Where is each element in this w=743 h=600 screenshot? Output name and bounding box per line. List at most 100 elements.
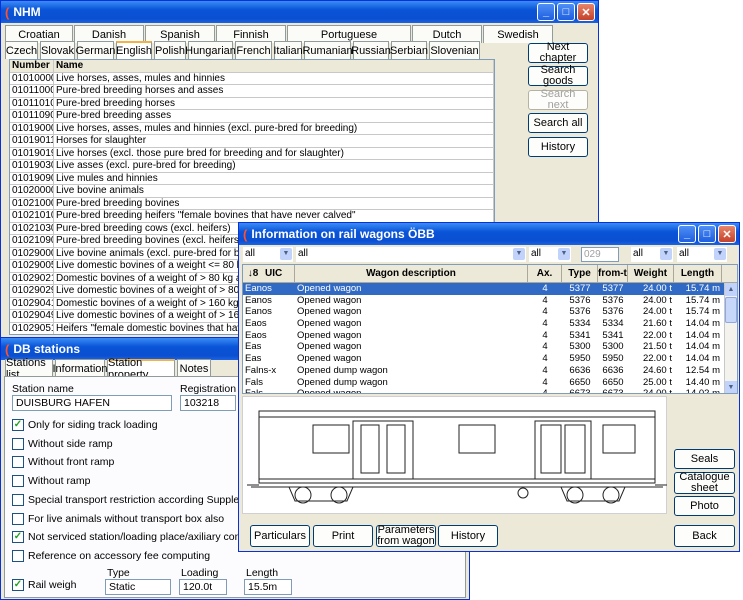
table-row[interactable]: Eas Opened wagon 4 5300 5300 21.50 t 14.04 m bbox=[243, 341, 737, 353]
table-row[interactable]: 01021000 Pure-bred breeding bovines bbox=[10, 197, 494, 210]
column-header-description[interactable]: Wagon description bbox=[295, 265, 528, 282]
print-button[interactable]: Print bbox=[313, 525, 373, 547]
language-tab-row2-4[interactable]: Polish bbox=[154, 41, 186, 59]
table-row[interactable]: Falns-x Opened dump wagon 4 6636 6636 24.60 t… bbox=[243, 365, 737, 377]
search-next-button[interactable]: Search next bbox=[528, 89, 588, 111]
db-tab-2[interactable]: Station property bbox=[107, 357, 175, 381]
close-icon[interactable]: ✕ bbox=[718, 225, 736, 243]
language-tab-row2-2[interactable]: German bbox=[76, 41, 115, 59]
column-header-length[interactable]: Length bbox=[674, 265, 722, 282]
back-button[interactable]: Back bbox=[674, 525, 735, 547]
column-header-type[interactable]: Type bbox=[562, 265, 598, 282]
table-row[interactable]: 01019030 Live asses (excl. pure-bred for … bbox=[10, 160, 494, 173]
language-tab-row2-5[interactable]: Hungarian bbox=[185, 41, 236, 59]
search-all-button[interactable]: Search all bbox=[528, 113, 588, 133]
db-tab-1[interactable]: Information bbox=[52, 359, 108, 377]
table-row[interactable]: Eaos Opened wagon 4 5341 5341 22.00 t 14.04 m bbox=[243, 330, 737, 342]
length-filter-select[interactable]: all ▼ bbox=[677, 247, 727, 262]
wagons-titlebar[interactable]: ( Information on rail wagons ÖBB _ □ ✕ bbox=[239, 223, 739, 245]
registration-field[interactable]: 103218 bbox=[180, 395, 236, 411]
wagon-length: 14.04 m bbox=[685, 353, 720, 365]
table-row[interactable]: 01019090 Live mules and hinnies bbox=[10, 172, 494, 185]
axles-filter-value: all bbox=[531, 248, 542, 259]
table-row[interactable]: Fals Opened dump wagon 4 6650 6650 25.00 t 14.… bbox=[243, 377, 737, 389]
weight-filter-select[interactable]: all ▼ bbox=[631, 247, 673, 262]
column-header-from-to[interactable]: from-to bbox=[598, 265, 628, 282]
axles-filter-select[interactable]: all ▼ bbox=[529, 247, 571, 262]
language-tab-row2-9[interactable]: Russian bbox=[351, 41, 391, 59]
station-name-field[interactable]: DUISBURG HAFEN bbox=[12, 395, 172, 411]
language-tab-row2-6[interactable]: French bbox=[235, 41, 272, 59]
type-field[interactable]: Static bbox=[105, 579, 171, 595]
minimize-icon[interactable]: _ bbox=[537, 3, 555, 21]
next-chapter-button[interactable]: Next chapter bbox=[528, 42, 588, 64]
seals-button[interactable]: Seals bbox=[674, 449, 735, 469]
language-tab-row2-10[interactable]: Serbian bbox=[390, 41, 428, 59]
wagon-history-button[interactable]: History bbox=[438, 525, 498, 547]
maximize-icon[interactable]: □ bbox=[557, 3, 575, 21]
language-tab-row2-7[interactable]: Italian bbox=[273, 41, 303, 59]
wagon-weight: 25.00 t bbox=[642, 376, 672, 388]
particulars-button[interactable]: Particulars bbox=[250, 525, 310, 547]
table-row[interactable]: Eanos Opened wagon 4 5376 5376 24.00 t 15.74 m bbox=[243, 306, 737, 318]
uic-filter-select[interactable]: all ▼ bbox=[243, 247, 293, 262]
language-tab-row2-1[interactable]: Slovak bbox=[40, 41, 75, 59]
close-icon[interactable]: ✕ bbox=[577, 3, 595, 21]
table-row[interactable]: 01011000 Pure-bred breeding horses and as… bbox=[10, 85, 494, 98]
maximize-icon[interactable]: □ bbox=[698, 225, 716, 243]
column-header-weight[interactable]: Weight bbox=[628, 265, 674, 282]
table-row[interactable]: Eaos Opened wagon 4 5334 5334 21.60 t 14.04 m bbox=[243, 318, 737, 330]
scroll-thumb[interactable] bbox=[725, 297, 737, 323]
table-row[interactable]: Eas Opened wagon 4 5950 5950 22.00 t 14.04 m bbox=[243, 353, 737, 365]
length-field[interactable]: 15.5m bbox=[244, 579, 292, 595]
language-tab-row2-3[interactable]: English bbox=[116, 41, 152, 59]
scroll-up-icon[interactable]: ▲ bbox=[725, 283, 737, 296]
scroll-down-icon[interactable]: ▼ bbox=[725, 381, 737, 393]
column-header-name[interactable]: Name bbox=[54, 60, 494, 72]
property-checkbox[interactable]: Without side ramp bbox=[12, 437, 113, 450]
wagon-type: 5377 bbox=[569, 283, 591, 294]
description-filter-select[interactable]: all ▼ bbox=[296, 247, 526, 262]
property-checkbox[interactable]: For live animals without transport box a… bbox=[12, 512, 224, 525]
db-tab-0[interactable]: Stations list bbox=[5, 357, 53, 381]
property-checkbox[interactable]: Reference on accessory fee computing bbox=[12, 549, 210, 562]
language-tab-row2-8[interactable]: Rumanian bbox=[302, 41, 353, 59]
nhm-titlebar[interactable]: ( NHM _ □ ✕ bbox=[1, 1, 598, 23]
type-filter-input[interactable]: 029 bbox=[581, 247, 619, 262]
db-tab-3[interactable]: Notes bbox=[177, 359, 211, 377]
language-tab-6[interactable]: Swedish bbox=[483, 25, 553, 43]
loading-field[interactable]: 120.0t bbox=[179, 579, 227, 595]
property-checkbox[interactable]: Special transport restriction according … bbox=[12, 493, 274, 506]
sort-icon[interactable]: ↓8 bbox=[243, 265, 263, 282]
photo-button[interactable]: Photo bbox=[674, 496, 735, 516]
minimize-icon[interactable]: _ bbox=[678, 225, 696, 243]
table-row[interactable]: 01010000 Live horses, asses, mules and hi… bbox=[10, 72, 494, 85]
column-header-uic[interactable]: UIC bbox=[263, 265, 295, 282]
property-checkbox[interactable]: ✓ Only for siding track loading bbox=[12, 419, 158, 431]
column-header-axles[interactable]: Ax. bbox=[528, 265, 562, 282]
rail-weigh-checkbox[interactable]: ✓ Rail weigh bbox=[12, 579, 76, 591]
property-label: Without side ramp bbox=[28, 437, 113, 450]
property-checkbox[interactable]: Without ramp bbox=[12, 475, 90, 488]
property-checkbox[interactable]: Without front ramp bbox=[12, 456, 114, 469]
table-row[interactable]: Eanos Opened wagon 4 5377 5377 24.00 t 15.74 m bbox=[243, 283, 737, 295]
wagon-weight: 24.00 t bbox=[642, 283, 672, 294]
table-row[interactable]: 01019011 Horses for slaughter bbox=[10, 135, 494, 148]
table-row[interactable]: 01019000 Live horses, asses, mules and hi… bbox=[10, 122, 494, 135]
table-row[interactable]: 01021010 Pure-bred breeding heifers "fema… bbox=[10, 210, 494, 223]
table-row[interactable]: Fals Opened wagon 4 6673 6673 24.00 t 14.02 m bbox=[243, 388, 737, 393]
wagon-axles: 4 bbox=[542, 341, 548, 353]
table-row[interactable]: 01019019 Live horses (excl. those pure br… bbox=[10, 147, 494, 160]
table-row[interactable]: 01020000 Live bovine animals bbox=[10, 185, 494, 198]
history-button[interactable]: History bbox=[528, 137, 588, 157]
table-row[interactable]: 01011010 Pure-bred breeding horses bbox=[10, 97, 494, 110]
search-goods-button[interactable]: Search goods bbox=[528, 65, 588, 87]
wagons-scrollbar[interactable]: ▲ ▼ bbox=[724, 283, 737, 393]
catalogue-sheet-button[interactable]: Catalogue sheet bbox=[674, 472, 735, 494]
parameters-from-wagon-button[interactable]: Parameters from wagon bbox=[376, 525, 436, 547]
language-tab-row2-0[interactable]: Czech bbox=[5, 41, 38, 59]
column-header-number[interactable]: Number bbox=[10, 60, 54, 72]
table-row[interactable]: 01011090 Pure-bred breeding asses bbox=[10, 110, 494, 123]
table-row[interactable]: Eanos Opened wagon 4 5376 5376 24.00 t 15.74 m bbox=[243, 295, 737, 307]
language-tab-row2-11[interactable]: Slovenian bbox=[429, 41, 480, 59]
